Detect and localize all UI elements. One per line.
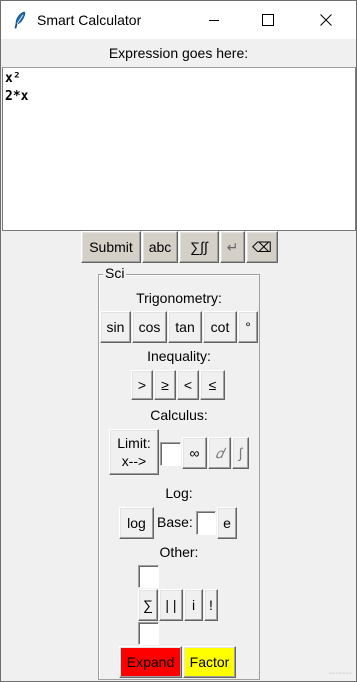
sum-button[interactable]: ∑ [138, 589, 158, 621]
sum-lower-entry[interactable] [138, 622, 159, 645]
greater-than-button[interactable]: > [131, 370, 153, 400]
abc-button[interactable]: abc [142, 231, 178, 263]
sum-upper-entry[interactable] [138, 565, 159, 588]
integral-button[interactable]: ∫ [232, 437, 249, 469]
submit-button[interactable]: Submit [81, 231, 141, 263]
less-than-button[interactable]: < [177, 370, 199, 400]
imaginary-i-button[interactable]: i [184, 589, 203, 621]
expression-label: Expression goes here: [108, 45, 249, 61]
expression-line: 2*x [5, 89, 29, 104]
trigonometry-label: Trigonometry: [136, 290, 222, 306]
backspace-button[interactable]: ⌫ [246, 231, 278, 263]
enter-button[interactable]: ↵ [220, 231, 245, 263]
limit-entry[interactable] [160, 442, 181, 466]
factor-button[interactable]: Factor [183, 646, 236, 678]
minimize-icon [209, 20, 219, 21]
inequality-label: Inequality: [147, 348, 211, 364]
maximize-button[interactable] [245, 1, 291, 39]
sigma-integral-button[interactable]: ∑∫∫ [179, 231, 219, 263]
e-button[interactable]: e [217, 507, 237, 539]
other-label: Other: [159, 544, 199, 560]
close-icon [320, 14, 332, 26]
sin-button[interactable]: sin [100, 311, 131, 343]
base-label: Base: [157, 514, 193, 530]
calculus-label: Calculus: [150, 407, 208, 423]
less-equal-button[interactable]: ≤ [200, 370, 225, 400]
window-title: Smart Calculator [37, 12, 142, 28]
expression-textarea[interactable]: x² 2*x [2, 67, 356, 231]
log-label: Log: [165, 485, 193, 501]
title-bar[interactable]: Smart Calculator [1, 1, 356, 39]
feather-icon [14, 11, 26, 29]
close-button[interactable] [303, 1, 349, 39]
app-window: Smart Calculator Expression goes here: x… [0, 0, 357, 682]
log-base-entry[interactable] [196, 511, 216, 535]
cos-button[interactable]: cos [132, 311, 167, 343]
tan-button[interactable]: tan [168, 311, 202, 343]
derivative-button[interactable]: 𝑑 [208, 437, 231, 469]
cot-button[interactable]: cot [203, 311, 237, 343]
expression-line: x² [5, 71, 21, 86]
limit-button[interactable]: Limit: x--> [109, 429, 159, 475]
factorial-button[interactable]: ! [204, 589, 218, 621]
sci-legend: Sci [103, 265, 127, 281]
absolute-value-button[interactable]: | | [159, 589, 183, 621]
degree-button[interactable]: ° [238, 311, 258, 343]
watermark-text: ------- [328, 668, 352, 679]
minimize-button[interactable] [191, 1, 237, 39]
log-button[interactable]: log [119, 507, 154, 539]
maximize-icon [262, 14, 274, 26]
greater-equal-button[interactable]: ≥ [154, 370, 176, 400]
expand-button[interactable]: Expand [119, 646, 182, 678]
infinity-button[interactable]: ∞ [182, 437, 207, 469]
